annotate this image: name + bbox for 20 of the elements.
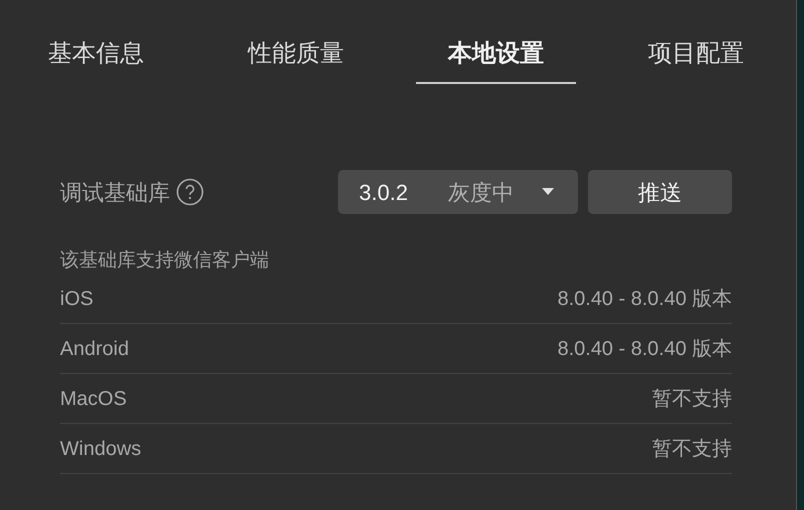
help-icon (176, 178, 204, 206)
caret-icon (542, 188, 554, 196)
support-title: 该基础库支持微信客户端 (60, 249, 270, 273)
version-range: 8.0.40 - 8.0.40 版本 (557, 286, 732, 312)
push-button[interactable]: 推送 (588, 170, 732, 214)
tab[interactable]: 项目配置 (596, 36, 796, 102)
tab[interactable]: 性能质量 (196, 36, 396, 102)
version-range: 暂不支持 (652, 436, 732, 462)
version-status: 灰度中 (448, 178, 514, 206)
platform-name: iOS (60, 286, 94, 312)
platform-name: Android (60, 336, 129, 362)
version-dropdown[interactable]: 3.0.2 灰度中 (338, 170, 578, 214)
platform-name: MacOS (60, 386, 127, 412)
platform-name: Windows (60, 436, 142, 462)
version-range: 8.0.40 - 8.0.40 版本 (557, 336, 732, 362)
tab[interactable]: 基本信息 (0, 36, 196, 102)
version-value: 3.0.2 (359, 178, 408, 206)
library-label: 调试基础库 (60, 178, 170, 206)
tab[interactable]: 本地设置 (396, 36, 596, 102)
version-range: 暂不支持 (652, 386, 732, 412)
